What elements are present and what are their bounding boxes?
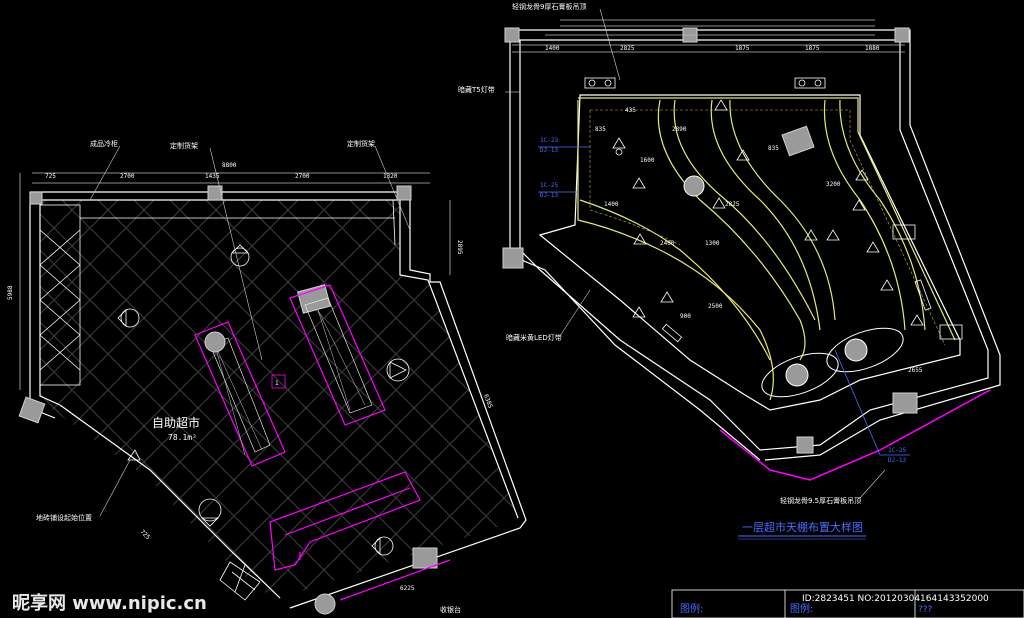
blue-tag-2: DJ-13 — [540, 147, 558, 154]
rdim-top-1: 1400 — [545, 45, 560, 52]
footer: 图例: 图例: ??? ID:2823451 NO:20120304164143… — [12, 589, 1024, 618]
rdim-inner-5: 2825 — [725, 201, 740, 208]
rdim-top-4: 1875 — [805, 45, 820, 52]
rdim-inner-4: 1600 — [640, 157, 655, 164]
left-plan: 725 2700 1435 2700 1320 8800 5988 2895 6… — [7, 139, 527, 615]
rdim-inner-13: 2655 — [908, 367, 923, 374]
dim-diagonal: 6385 — [482, 393, 494, 409]
rdim-inner-12: 3200 — [826, 181, 841, 188]
legend-label-1: 图例: — [680, 602, 703, 615]
tile-grid — [40, 200, 518, 600]
rdim-inner-11: 835 — [768, 145, 779, 152]
blue-tag-3: 1C-25 — [540, 182, 558, 189]
rdim-top-3: 1875 — [735, 45, 750, 52]
round-column-1 — [204, 331, 226, 353]
dim-cashier: 6225 — [400, 585, 415, 592]
label-top-ceiling: 轻钢龙骨9厚石膏板吊顶 — [512, 2, 586, 11]
watermark: 昵享网 www.nipic.cn — [12, 592, 207, 614]
label-custom-shelf-2: 定制货架 — [347, 139, 375, 148]
room-area: 78.1m² — [168, 433, 197, 442]
left-dim-top — [19, 172, 451, 390]
ceiling-curves — [577, 97, 956, 401]
dim-right: 2895 — [456, 240, 463, 255]
round-column-2 — [314, 593, 336, 615]
drawing-title: 一层超市天棚布置大样图 — [742, 520, 863, 534]
dim-top-4: 2700 — [295, 173, 310, 180]
label-t5-light: 暗藏T5灯带 — [458, 85, 495, 94]
label-cashier: 收银台 — [440, 605, 461, 614]
blue-tag-1: 1C-23 — [540, 137, 558, 144]
legend-q: ??? — [918, 605, 933, 615]
label-bottom-ceiling: 轻钢龙骨9.5厚石膏板吊顶 — [780, 496, 861, 505]
id-text: ID:2823451 NO:20120304164143352000 — [802, 594, 989, 604]
label-custom-shelf-1: 定制货架 — [170, 141, 198, 150]
ceiling-symbols — [584, 77, 963, 343]
blue-tag-4: DJ-13 — [540, 192, 558, 199]
rdim-inner-3: 2890 — [672, 126, 687, 133]
rdim-top-2: 2825 — [620, 45, 635, 52]
dim-total: 8800 — [222, 162, 237, 169]
dim-top-5: 1320 — [383, 173, 398, 180]
room-tag: 1 — [275, 380, 279, 387]
dim-top-1: 725 — [45, 173, 56, 180]
label-floor-start: 地砖铺设起始位置 — [36, 513, 92, 522]
right-plan: 1400 2825 1875 1875 1880 835 435 2890 16… — [458, 2, 1001, 540]
label-led-light: 暗藏米黄LED灯带 — [506, 333, 562, 342]
blue-tag-5: 1C-25 — [888, 447, 906, 454]
dim-top-2: 2700 — [120, 173, 135, 180]
ceiling-ellipses — [683, 175, 904, 398]
room-name: 自助超市 — [152, 415, 200, 430]
rdim-inner-10: 2500 — [708, 303, 723, 310]
floor-plan-drawing: 725 2700 1 435 2700 1320 8800 5988 2895 6… — [7, 2, 1024, 618]
rdim-inner-2: 435 — [625, 107, 636, 114]
dim-bottom: 725 — [139, 528, 152, 541]
rdim-inner-9: 900 — [680, 313, 691, 320]
rdim-inner-8: 1300 — [705, 240, 720, 247]
right-dim-top — [512, 19, 905, 53]
rdim-inner-6: 1400 — [604, 201, 619, 208]
blue-tag-6: DJ-13 — [888, 457, 906, 464]
rdim-inner-1: 835 — [595, 126, 606, 133]
rdim-inner-7: 2400 — [660, 240, 675, 247]
rdim-top-5: 1880 — [865, 45, 880, 52]
label-finished-cabinet: 成品冷柜 — [90, 139, 118, 148]
right-walls — [509, 29, 1001, 461]
dim-left: 5988 — [7, 285, 14, 300]
